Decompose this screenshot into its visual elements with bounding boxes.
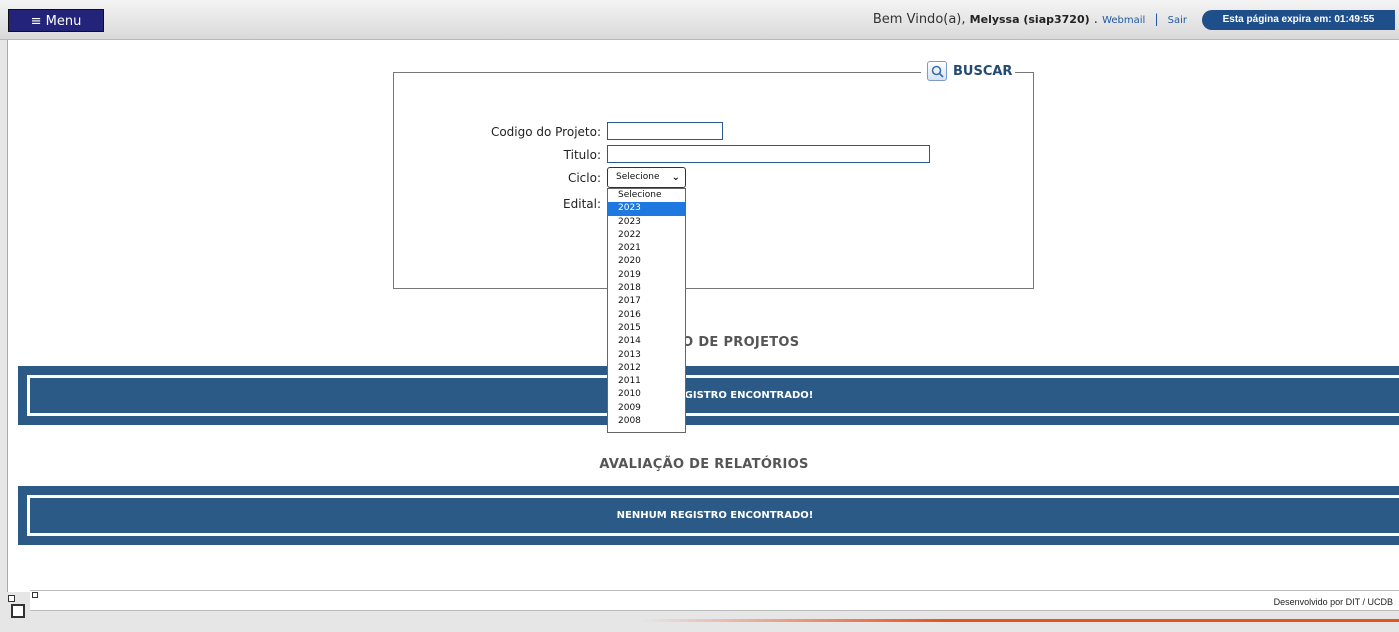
- ciclo-option[interactable]: 2012: [608, 362, 685, 375]
- ciclo-option[interactable]: 2013: [608, 349, 685, 362]
- user-area: Bem Vindo(a), Melyssa (siap3720) . Webma…: [873, 12, 1187, 27]
- relatorios-result-band: NENHUM REGISTRO ENCONTRADO!: [18, 486, 1399, 545]
- dot-separator: .: [1093, 12, 1098, 27]
- relatorios-empty-message: NENHUM REGISTRO ENCONTRADO!: [27, 495, 1399, 536]
- search-fieldset: BUSCAR: [393, 59, 1034, 289]
- ciclo-option[interactable]: 2009: [608, 402, 685, 415]
- ciclo-option[interactable]: Selecione: [608, 189, 685, 202]
- ciclo-option[interactable]: 2014: [608, 335, 685, 348]
- ciclo-selected-value: Selecione: [616, 172, 660, 182]
- ciclo-option[interactable]: 2021: [608, 242, 685, 255]
- codigo-label: Codigo do Projeto:: [490, 125, 601, 139]
- section-title-relatorios: AVALIAÇÃO DE RELATÓRIOS: [599, 457, 809, 472]
- ciclo-option[interactable]: 2020: [608, 255, 685, 268]
- footer-bar: Desenvolvido por DIT / UCDB: [30, 590, 1399, 611]
- ciclo-option-highlighted[interactable]: 2023: [608, 202, 685, 216]
- session-expiry-badge: Esta página expira em: 01:49:55: [1202, 10, 1395, 30]
- search-icon[interactable]: [927, 61, 947, 81]
- edital-label: Edital:: [563, 197, 601, 211]
- welcome-text: Bem Vindo(a),: [872, 12, 966, 27]
- menu-button[interactable]: ≡ Menu: [8, 9, 104, 32]
- logout-link[interactable]: Sair: [1168, 15, 1187, 26]
- ciclo-option[interactable]: 2011: [608, 375, 685, 388]
- window-icon[interactable]: [11, 604, 25, 618]
- ciclo-dropdown-list[interactable]: Selecione 2023 2023 2022 2021 2020 2019 …: [607, 188, 686, 433]
- ciclo-label: Ciclo:: [567, 171, 601, 185]
- link-separator: |: [1154, 12, 1159, 26]
- section-title-projetos: AVALIAÇÃO DE PROJETOS: [608, 335, 800, 350]
- resize-handle-icon[interactable]: [32, 592, 38, 598]
- titulo-input[interactable]: [607, 145, 930, 163]
- resize-handle-icon[interactable]: [8, 595, 15, 602]
- ciclo-option[interactable]: 2019: [608, 269, 685, 282]
- ciclo-option[interactable]: 2015: [608, 322, 685, 335]
- chevron-down-icon: ⌄: [671, 172, 680, 183]
- projetos-result-band: NENHUM REGISTRO ENCONTRADO!: [18, 366, 1399, 425]
- search-legend: BUSCAR: [921, 59, 1016, 83]
- accent-line: [640, 619, 1399, 622]
- ciclo-option[interactable]: 2008: [608, 415, 685, 428]
- top-bar: ≡ Menu Bem Vindo(a), Melyssa (siap3720) …: [0, 0, 1399, 40]
- main-content: BUSCAR Codigo do Projeto: Titulo: Ciclo:…: [7, 40, 1399, 592]
- ciclo-option[interactable]: 2018: [608, 282, 685, 295]
- ciclo-option[interactable]: 2023: [608, 216, 685, 229]
- ciclo-option[interactable]: 2017: [608, 295, 685, 308]
- ciclo-option[interactable]: 2022: [608, 229, 685, 242]
- webmail-link[interactable]: Webmail: [1102, 15, 1145, 26]
- ciclo-select[interactable]: Selecione ⌄: [607, 167, 686, 188]
- codigo-input[interactable]: [607, 122, 723, 140]
- titulo-label: Titulo:: [563, 148, 601, 162]
- ciclo-option[interactable]: 2016: [608, 309, 685, 322]
- ciclo-option[interactable]: 2010: [608, 388, 685, 401]
- user-name: Melyssa (siap3720): [969, 13, 1090, 26]
- search-legend-label: BUSCAR: [953, 63, 1013, 79]
- projetos-empty-message: NENHUM REGISTRO ENCONTRADO!: [27, 375, 1399, 416]
- footer-credit: Desenvolvido por DIT / UCDB: [1273, 597, 1393, 607]
